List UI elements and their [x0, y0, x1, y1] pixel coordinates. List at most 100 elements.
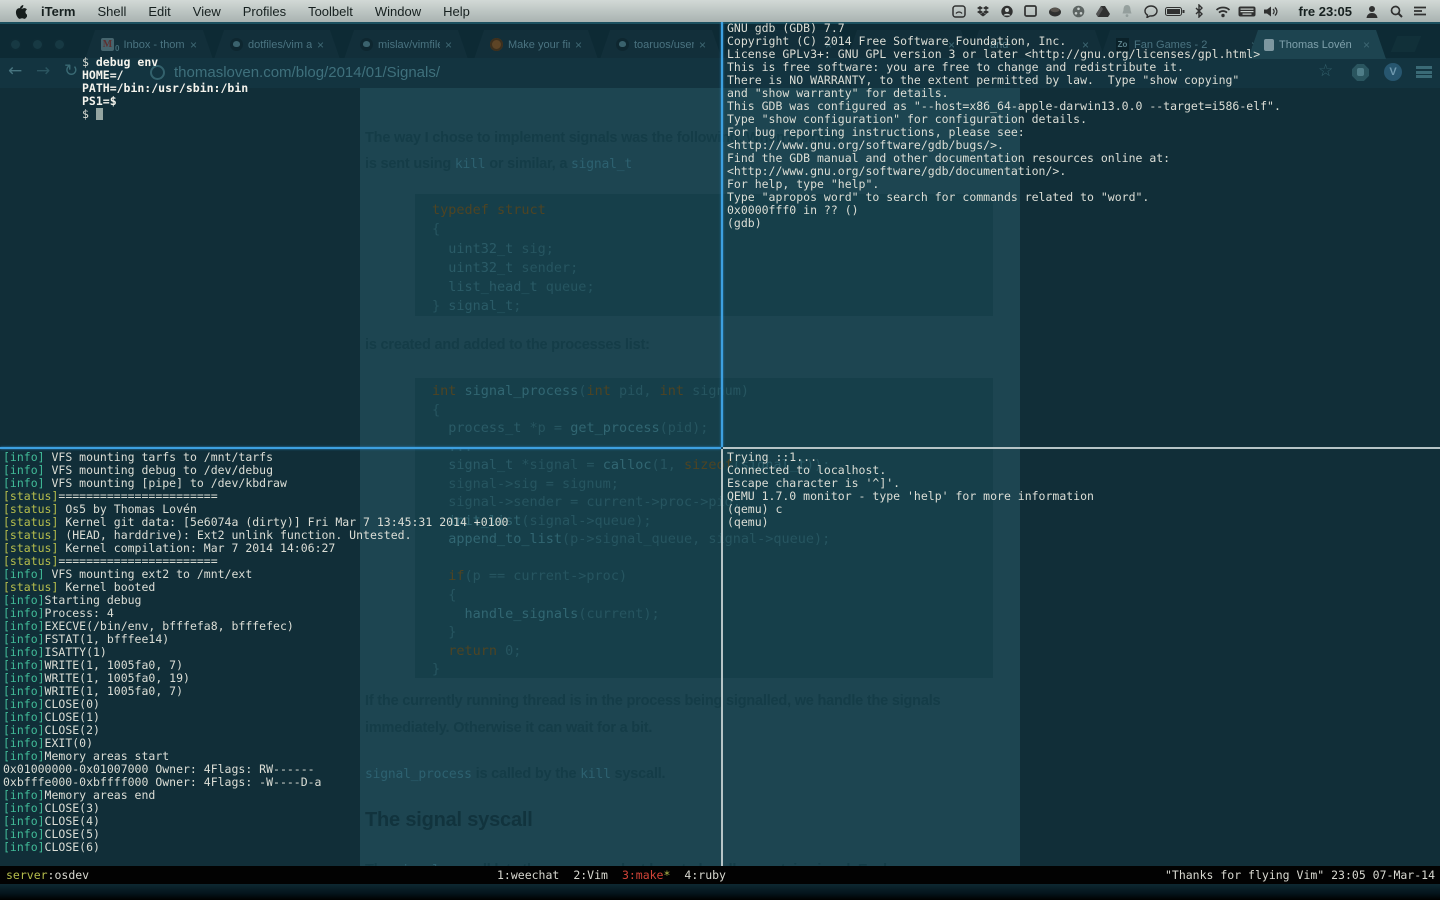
menu-bar: iTerm Shell Edit View Profiles Toolbelt Windo…	[0, 0, 1440, 22]
tmux-window-list: 1:weechat 2:Vim 3:make* 4:ruby	[497, 866, 740, 884]
log-line: [info]CLOSE(6)	[3, 840, 100, 854]
desktop: iTerm Shell Edit View Profiles Toolbelt Windo…	[0, 0, 1440, 900]
wifi-icon[interactable]	[1213, 2, 1233, 20]
terminal-line: $	[82, 108, 248, 121]
code-line: append_to_list(p->signal_queue, signal->…	[432, 531, 831, 548]
minimize-button[interactable]	[31, 38, 44, 51]
volume-icon[interactable]	[1261, 2, 1281, 20]
tab-close-icon[interactable]: ×	[575, 38, 582, 52]
qemu-monitor-pane[interactable]: Trying ::1... Connected to localhost. Esca…	[727, 451, 1094, 529]
forward-icon[interactable]: →	[36, 61, 50, 81]
tab-close-icon[interactable]: ×	[317, 38, 324, 52]
menu-item-window[interactable]: Window	[375, 4, 421, 19]
screen-bottom-strip	[0, 884, 1440, 900]
display-icon[interactable]	[1021, 2, 1041, 20]
menu-hamburger-icon[interactable]	[1416, 66, 1432, 78]
menu-item-help[interactable]: Help	[443, 4, 470, 19]
blog-paragraph-line: is sent using kill or similar, a signal_…	[365, 156, 633, 172]
tmux-window[interactable]: 1:weechat	[497, 868, 559, 882]
code-line: int signal_process(int pid, int signum)	[432, 383, 750, 399]
browser-tab[interactable]: mislav/vimfile ×	[344, 30, 468, 59]
browser-tab[interactable]: dotfiles/vim a ×	[214, 30, 340, 59]
stop-badge-icon[interactable]	[1352, 64, 1369, 81]
movie-reel-icon[interactable]	[1069, 2, 1089, 20]
github-icon	[360, 38, 373, 51]
code-line: {	[432, 401, 441, 418]
tab-close-icon[interactable]: ×	[190, 38, 197, 52]
terminal-line: (gdb)	[727, 216, 762, 230]
bluetooth-icon[interactable]	[1189, 2, 1209, 20]
tmux-window[interactable]: *	[663, 868, 670, 882]
back-icon[interactable]: ←	[8, 61, 22, 81]
pane-divider-horizontal-active[interactable]	[0, 447, 721, 449]
app-window-icon[interactable]	[949, 2, 969, 20]
menu-item-profiles[interactable]: Profiles	[243, 4, 286, 19]
tab-close-icon[interactable]: ×	[699, 38, 706, 52]
menu-item-view[interactable]: View	[193, 4, 221, 19]
v-badge-icon[interactable]: V	[1384, 63, 1402, 81]
pane-divider-vertical[interactable]	[721, 449, 723, 866]
menubar-clock[interactable]: fre 23:05	[1299, 4, 1352, 19]
tab-close-icon[interactable]: ×	[445, 38, 452, 52]
messages-bubble-icon[interactable]	[1141, 2, 1161, 20]
code-line: list_head_t queue;	[432, 279, 595, 296]
menu-item-shell[interactable]: Shell	[97, 4, 126, 19]
terminal-line: (qemu)	[727, 515, 769, 529]
menu-item-edit[interactable]: Edit	[148, 4, 170, 19]
menu-items: Shell Edit View Profiles Toolbelt Window Help	[97, 4, 491, 19]
tmux-window[interactable]: 4:ruby	[684, 868, 726, 882]
tab-title: Inbox - thoma	[123, 38, 185, 51]
tmux-status-right: "Thanks for flying Vim" 23:05 07-Mar-14	[1164, 868, 1435, 882]
dropbox-icon[interactable]	[973, 2, 993, 20]
tmux-status-bar: server:osdev 1:weechat 2:Vim 3:make* 4:ruby…	[0, 866, 1440, 884]
close-button[interactable]	[9, 38, 22, 51]
code-line: } signal_t;	[432, 298, 522, 315]
github-icon	[230, 38, 243, 51]
code-line: {	[432, 587, 457, 604]
tmux-session-name: server:osdev	[6, 868, 90, 882]
bookmark-star-icon[interactable]: ☆	[1318, 61, 1333, 81]
tab-title: Make your firs	[508, 38, 570, 51]
browser-tab[interactable]: Make your firs ×	[474, 30, 598, 59]
menu-item-toolbelt[interactable]: Toolbelt	[308, 4, 353, 19]
tmux-window[interactable]: 3:make	[622, 868, 664, 882]
zoom-button[interactable]	[53, 38, 66, 51]
code-line: }	[432, 624, 457, 641]
terminal-line: QEMU 1.7.0 monitor - type 'help' for mor…	[727, 489, 1094, 503]
spotlight-search-icon[interactable]	[1386, 2, 1406, 20]
tab-close-icon[interactable]: ×	[1363, 38, 1370, 52]
terminal-cursor	[95, 108, 103, 120]
blog-paragraph-line: is created and added to the processes li…	[365, 337, 650, 353]
terminal-line: 0x0000fff0 in ?? ()	[727, 203, 859, 217]
code-line: process_t *p = get_process(pid);	[432, 420, 709, 437]
tab-title: mislav/vimfile	[378, 38, 440, 51]
google-drive-icon[interactable]	[1093, 2, 1113, 20]
battery-icon[interactable]	[1164, 2, 1185, 20]
kernel-log-pane[interactable]: [info] VFS mounting tarfs to /mnt/tarfs[…	[3, 451, 508, 854]
code-line: handle_signals(current);	[432, 605, 660, 622]
gmail-icon: M	[102, 39, 113, 50]
github-icon	[616, 38, 629, 51]
tmux-window[interactable]: 2:Vim	[573, 868, 608, 882]
coffee-icon[interactable]	[1045, 2, 1065, 20]
gdb-pane[interactable]: GNU gdb (GDB) 7.7 Copyright (C) 2014 Free…	[727, 22, 1281, 230]
site-favicon	[490, 38, 503, 51]
notification-bell-icon[interactable]	[1117, 2, 1137, 20]
terminal-line: (qemu) c	[727, 502, 783, 516]
keyboard-icon[interactable]	[1237, 2, 1257, 20]
reload-icon[interactable]: ↻	[64, 61, 78, 81]
shell-pane[interactable]: $ debug env HOME=/PATH=/bin:/usr/sbin:/bi…	[82, 56, 248, 121]
new-tab-button[interactable]	[1390, 36, 1422, 52]
notification-center-icon[interactable]	[1410, 2, 1430, 20]
apple-menu-icon[interactable]	[14, 4, 27, 19]
fast-user-switch-icon[interactable]	[1362, 2, 1382, 20]
pane-divider-horizontal[interactable]	[723, 447, 1440, 449]
browser-tab[interactable]: toaruos/users ×	[600, 30, 722, 59]
user-round-icon[interactable]	[997, 2, 1017, 20]
code-line: if(p == current->proc)	[432, 568, 628, 585]
menu-status-icons	[947, 2, 1283, 20]
pane-divider-vertical-active[interactable]	[721, 22, 723, 447]
app-menu-title[interactable]: iTerm	[41, 4, 75, 19]
tab-title: dotfiles/vim a	[248, 38, 312, 51]
code-line: uint32_t sig;	[432, 240, 554, 257]
